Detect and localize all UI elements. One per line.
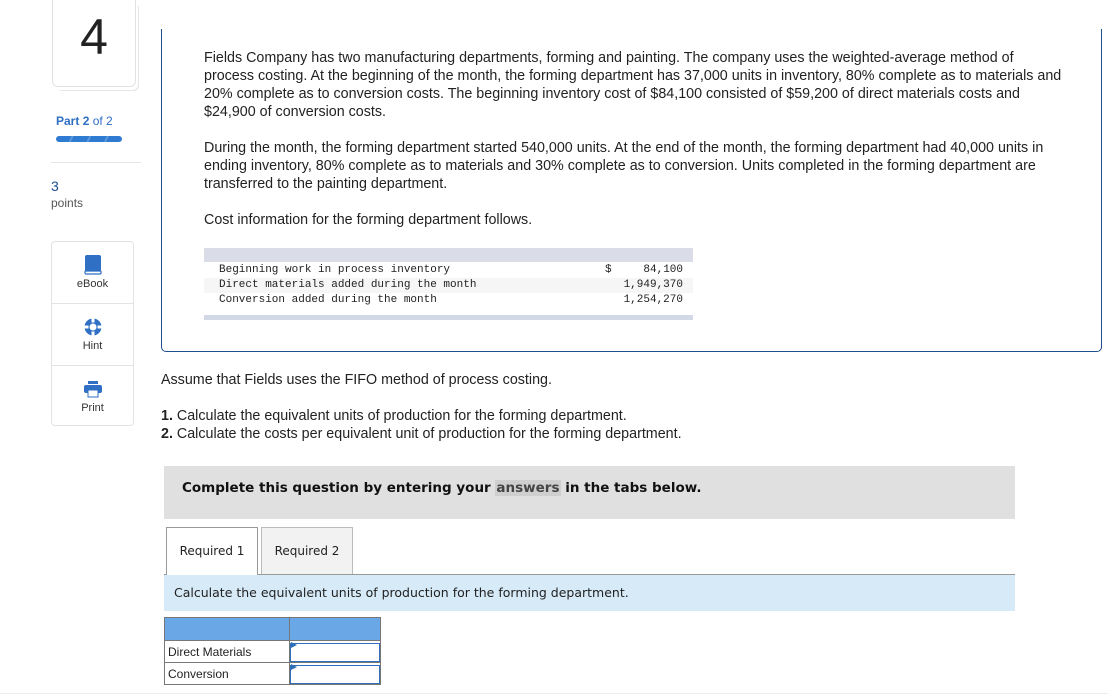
ebook-button[interactable]: eBook (52, 242, 133, 304)
tab-required-1[interactable]: Required 1 (166, 527, 258, 575)
question-number-card: 4 (52, 0, 136, 87)
question-number: 4 (80, 9, 108, 65)
cost-value: 1,949,370 (623, 279, 683, 291)
table-row: Direct Materials (164, 640, 381, 663)
input-marker-icon (291, 642, 297, 648)
ebook-label: eBook (76, 278, 109, 290)
part-progress-bar (56, 136, 122, 142)
requirement-number: 2. (161, 426, 173, 442)
table-row: Conversion (164, 662, 381, 685)
part-label: Part (56, 114, 80, 128)
answer-table-header (164, 617, 381, 641)
print-label: Print (81, 402, 104, 414)
cost-table-row: Direct materials added during the month … (204, 278, 693, 293)
cost-value: 84,100 (643, 264, 683, 276)
conversion-input[interactable] (290, 664, 380, 684)
problem-paragraph-2: During the month, the forming department… (204, 140, 1044, 192)
row-label: Conversion (164, 662, 290, 685)
sidebar: 4 Part 2 of 2 3 points eBook Hint Print (0, 0, 150, 700)
cost-table-row: Conversion added during the month 1,254,… (204, 293, 693, 308)
cost-value: 1,254,270 (623, 294, 683, 306)
assumption-text: Assume that Fields uses the FIFO method … (161, 372, 552, 388)
prompt-text: Calculate the equivalent units of produc… (174, 585, 629, 600)
requirement-text: Calculate the costs per equivalent unit … (172, 426, 682, 442)
direct-materials-input[interactable] (290, 642, 380, 662)
page-bottom-border (0, 693, 1108, 694)
answer-table: Direct Materials Conversion (164, 617, 381, 685)
part-total: of 2 (92, 114, 113, 128)
problem-paragraph-1: Fields Company has two manufacturing dep… (204, 50, 1062, 120)
requirement-number: 1. (161, 408, 173, 424)
answers-highlight[interactable]: answers (495, 480, 561, 496)
requirement-1: 1. Calculate the equivalent units of pro… (161, 408, 627, 424)
cost-label: Direct materials added during the month (219, 279, 477, 291)
cost-currency: $ (605, 264, 612, 276)
input-marker-icon (291, 664, 297, 670)
row-label: Direct Materials (164, 640, 290, 663)
part-indicator: Part 2 of 2 (56, 114, 113, 128)
divider (51, 162, 141, 163)
tab-required-2[interactable]: Required 2 (261, 527, 353, 574)
answer-cell (289, 662, 381, 685)
tools-panel: eBook Hint Print (51, 241, 134, 426)
cost-label: Conversion added during the month (219, 294, 437, 306)
answer-cell (289, 640, 381, 663)
tab-prompt: Calculate the equivalent units of produc… (164, 575, 1015, 611)
cost-table-footer (204, 315, 693, 320)
points-label: points (51, 196, 84, 210)
instructions-box: Complete this question by entering your … (164, 466, 1015, 519)
instructions-after: in the tabs below. (560, 480, 702, 496)
requirement-2: 2. Calculate the costs per equivalent un… (161, 426, 682, 442)
lifebuoy-icon (84, 318, 102, 336)
header-cell (164, 617, 290, 641)
printer-icon (84, 381, 102, 398)
cost-label: Beginning work in process inventory (219, 264, 451, 276)
instructions-text: Complete this question by entering your … (182, 480, 701, 496)
cost-table: Beginning work in process inventory $ 84… (204, 248, 693, 320)
problem-paragraph-3: Cost information for the forming departm… (204, 212, 533, 228)
part-current: 2 (82, 114, 90, 128)
cost-table-row: Beginning work in process inventory $ 84… (204, 263, 693, 278)
hint-label: Hint (82, 340, 103, 352)
hint-button[interactable]: Hint (52, 304, 133, 366)
instructions-before: Complete this question by entering your (182, 480, 496, 496)
requirement-text: Calculate the equivalent units of produc… (172, 408, 627, 424)
cost-table-header (204, 248, 693, 262)
points-value: 3 (51, 178, 59, 194)
book-icon (84, 255, 102, 275)
header-cell (289, 617, 381, 641)
print-button[interactable]: Print (52, 366, 133, 427)
